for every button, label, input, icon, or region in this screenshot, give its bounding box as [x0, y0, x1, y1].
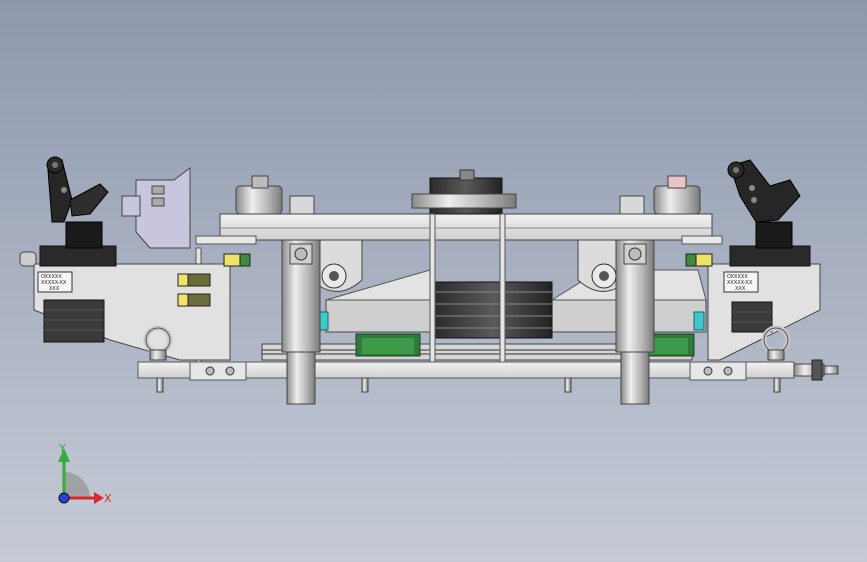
nameplate-left: OXXXXX XXXXX-XX XXX — [37, 271, 73, 293]
cad-viewport[interactable]: OXXXXX XXXXX-XX XXX OXXXXX XXXXX-XX XXX … — [0, 0, 867, 562]
toggle-clamp-right[interactable] — [727, 159, 801, 223]
pivot-bracket-left[interactable] — [317, 239, 363, 292]
fixture-assembly-model[interactable]: OXXXXX XXXXX-XX XXX OXXXXX XXXXX-XX XXX … — [0, 0, 867, 562]
z-axis-dot — [58, 492, 70, 504]
y-axis-label: Y — [58, 442, 66, 455]
x-axis-label: X — [104, 492, 112, 505]
coordinate-triad: Y X — [58, 442, 112, 505]
top-cap-right[interactable] — [653, 175, 701, 215]
base-rail[interactable] — [137, 361, 795, 393]
pneumatic-fitting-right[interactable] — [793, 359, 839, 381]
eye-bolt-right[interactable] — [761, 325, 791, 361]
lifting-bracket-left[interactable] — [121, 167, 191, 249]
nameplate-left-line3: XXX — [49, 286, 60, 292]
guide-column-left[interactable] — [281, 239, 321, 405]
sensors-right[interactable] — [685, 253, 713, 267]
nameplate-right-line3: XXX — [735, 286, 746, 292]
center-motor[interactable] — [411, 169, 517, 215]
pivot-bracket-right[interactable] — [577, 239, 623, 292]
toggle-clamp-left[interactable] — [46, 156, 109, 223]
top-cap-left[interactable] — [235, 175, 283, 215]
guide-column-right[interactable] — [615, 239, 655, 405]
x-axis-arrowhead — [94, 492, 104, 504]
nameplate-right: OXXXXX XXXXX-XX XXX — [723, 271, 759, 293]
